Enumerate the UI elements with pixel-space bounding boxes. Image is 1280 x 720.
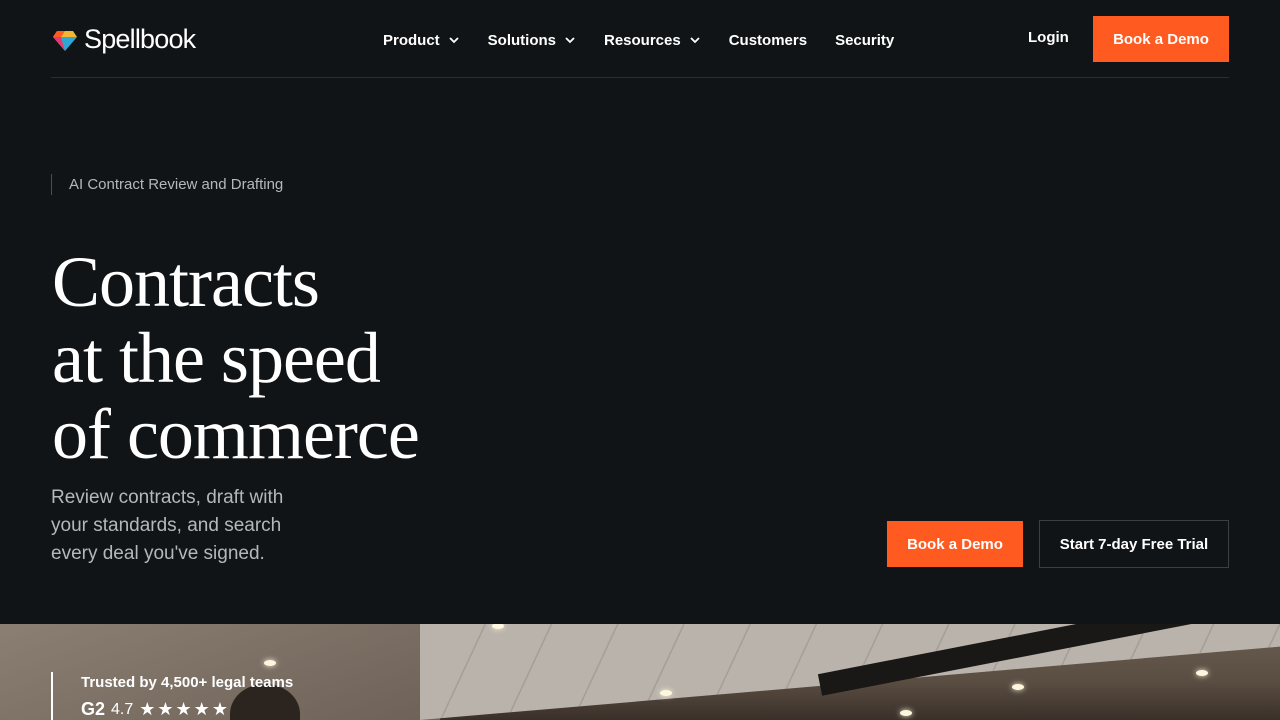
nav-book-demo-button[interactable]: Book a Demo [1093, 16, 1229, 62]
login-link[interactable]: Login [1028, 29, 1069, 46]
brand-name: Spellbook [84, 24, 196, 54]
hero-headline: Contracts at the speed of commerce [52, 244, 612, 472]
nav-item-resources[interactable]: Resources [604, 29, 701, 51]
ceiling-light [1196, 670, 1208, 676]
hero-photo: Trusted by 4,500+ legal teams G2 4.7 ★★★… [0, 624, 1280, 720]
trust-badge: Trusted by 4,500+ legal teams G2 4.7 ★★★… [51, 672, 293, 720]
nav-item-label: Customers [728, 31, 808, 49]
headline-line: of commerce [52, 394, 420, 474]
chevron-down-icon [449, 37, 459, 44]
nav-item-label: Security [835, 31, 895, 49]
ceiling-light [660, 690, 672, 696]
hero-subtext: Review contracts, draft with your standa… [51, 487, 284, 564]
hero-eyebrow: AI Contract Review and Drafting [51, 174, 283, 195]
g2-logo-icon: G2 [81, 699, 106, 719]
main-menu: Product Solutions Resources Customers Se… [383, 29, 922, 51]
hero-book-demo-button[interactable]: Book a Demo [887, 521, 1023, 567]
top-nav: Spellbook Product Solutions Resources Cu… [51, 0, 1229, 78]
nav-item-customers[interactable]: Customers [729, 29, 807, 51]
headline-line: at the speed [52, 318, 381, 398]
trust-title: Trusted by 4,500+ legal teams [81, 674, 294, 691]
ceiling-light [900, 710, 912, 716]
nav-item-label: Resources [604, 31, 681, 49]
nav-item-product[interactable]: Product [383, 29, 460, 51]
nav-item-solutions[interactable]: Solutions [488, 29, 576, 51]
chevron-down-icon [690, 37, 700, 44]
page: Spellbook Product Solutions Resources Cu… [0, 0, 1280, 720]
nav-item-label: Product [383, 31, 440, 49]
rating-row: G2 4.7 ★★★★★ [81, 699, 293, 720]
ceiling-light [1012, 684, 1024, 690]
logo-link[interactable]: Spellbook [52, 24, 196, 55]
gem-logo-icon [53, 30, 77, 51]
nav-item-security[interactable]: Security [835, 29, 894, 51]
rating-stars: ★★★★★ [139, 699, 230, 719]
chevron-down-icon [565, 37, 575, 44]
free-trial-button[interactable]: Start 7-day Free Trial [1039, 520, 1229, 568]
rating-score: 4.7 [111, 700, 134, 718]
ceiling-light [264, 660, 276, 666]
headline-line: Contracts [52, 242, 320, 322]
nav-item-label: Solutions [487, 31, 556, 49]
